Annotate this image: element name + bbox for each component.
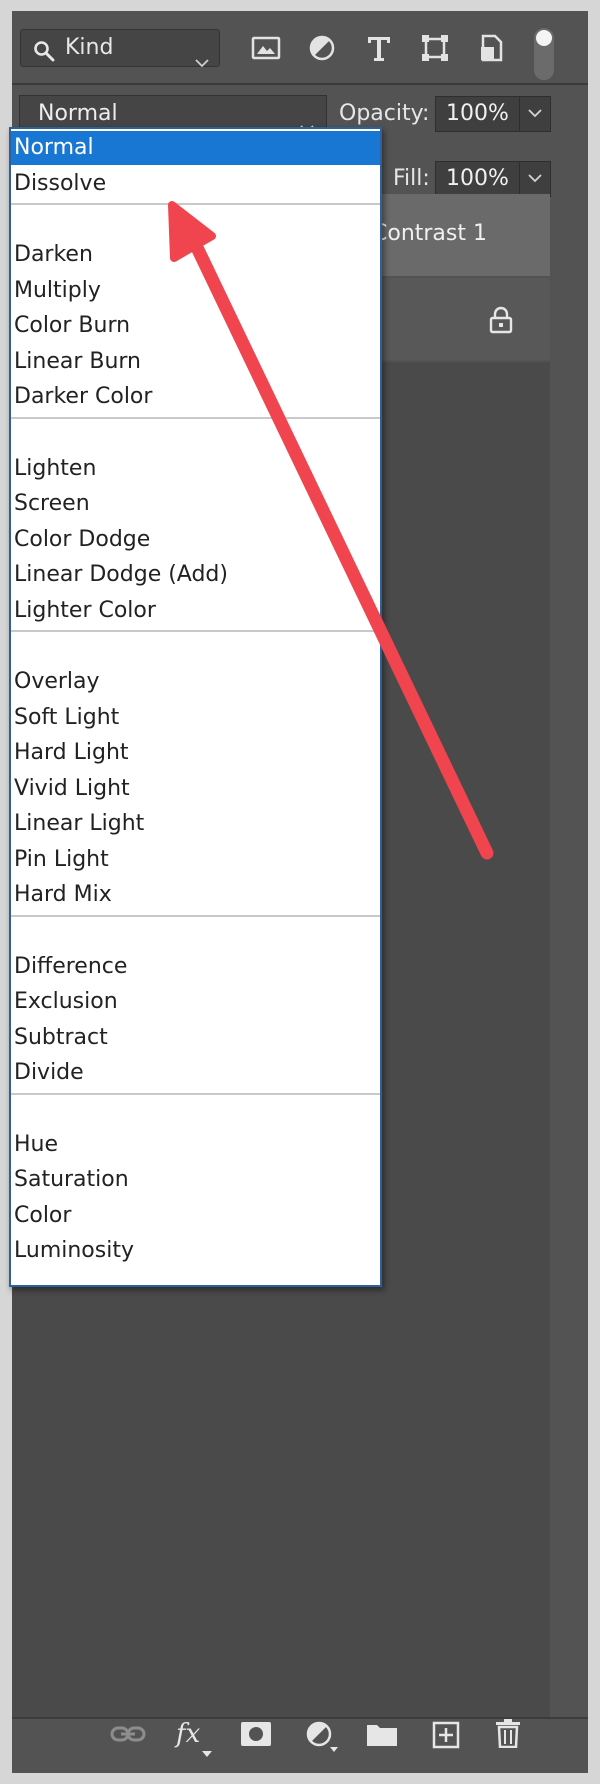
kind-filter-dropdown[interactable]: Kind <box>20 29 220 68</box>
menu-divider <box>11 630 380 632</box>
blend-mode-option-darken[interactable]: Darken <box>11 238 380 272</box>
blend-mode-option-lighter-color[interactable]: Lighter Color <box>11 594 380 628</box>
blend-mode-option-color[interactable]: Color <box>11 1199 380 1233</box>
search-icon <box>33 38 55 74</box>
adjustment-layer-icon[interactable] <box>306 1721 340 1757</box>
blend-mode-option-pin-light[interactable]: Pin Light <box>11 843 380 877</box>
blend-mode-option-linear-dodge-add[interactable]: Linear Dodge (Add) <box>11 558 380 592</box>
blend-mode-option-color-burn[interactable]: Color Burn <box>11 309 380 343</box>
adjustment-circle-icon[interactable] <box>307 33 337 63</box>
opacity-input[interactable]: 100% <box>435 96 529 132</box>
fx-icon[interactable]: fx <box>176 1719 200 1749</box>
blend-mode-option-hue[interactable]: Hue <box>11 1128 380 1162</box>
fill-dropdown-button[interactable] <box>519 161 551 197</box>
blend-mode-option-hard-light[interactable]: Hard Light <box>11 736 380 770</box>
blend-mode-option-divide[interactable]: Divide <box>11 1056 380 1090</box>
menu-divider <box>11 914 380 917</box>
blend-mode-menu: Normal Dissolve Darken Multiply Color Burn Li… <box>9 127 382 1287</box>
lock-icon <box>488 306 514 338</box>
menu-divider <box>11 203 380 205</box>
blend-mode-option-linear-burn[interactable]: Linear Burn <box>11 345 380 379</box>
blend-mode-option-hard-mix[interactable]: Hard Mix <box>11 878 380 912</box>
menu-divider <box>11 1092 380 1095</box>
image-icon[interactable] <box>251 33 281 63</box>
toggle-knob <box>536 30 552 46</box>
menu-divider <box>11 416 380 419</box>
blend-mode-option-difference[interactable]: Difference <box>11 950 380 984</box>
blend-mode-option-darker-color[interactable]: Darker Color <box>11 380 380 414</box>
blend-mode-option-screen[interactable]: Screen <box>11 487 380 521</box>
chevron-down-icon <box>528 109 542 118</box>
blend-mode-option-soft-light[interactable]: Soft Light <box>11 701 380 735</box>
kind-filter-label: Kind <box>65 35 114 60</box>
blend-mode-option-exclusion[interactable]: Exclusion <box>11 985 380 1019</box>
opacity-dropdown-button[interactable] <box>519 96 551 132</box>
blend-mode-option-multiply[interactable]: Multiply <box>11 274 380 308</box>
new-group-icon[interactable] <box>366 1721 398 1751</box>
blend-mode-option-lighten[interactable]: Lighten <box>11 452 380 486</box>
smart-object-icon[interactable] <box>477 33 507 63</box>
blend-mode-option-subtract[interactable]: Subtract <box>11 1021 380 1055</box>
blend-mode-option-luminosity[interactable]: Luminosity <box>11 1234 380 1268</box>
delete-layer-icon[interactable] <box>495 1718 521 1752</box>
divider <box>12 83 588 85</box>
layer-name: Contrast 1 <box>372 221 487 246</box>
new-layer-icon[interactable] <box>432 1721 460 1753</box>
fill-label: Fill: <box>393 166 430 191</box>
chevron-down-icon <box>528 174 542 183</box>
blend-mode-option-normal[interactable]: Normal <box>11 131 380 165</box>
blend-mode-option-vivid-light[interactable]: Vivid Light <box>11 772 380 806</box>
blend-mode-option-saturation[interactable]: Saturation <box>11 1163 380 1197</box>
blend-mode-option-color-dodge[interactable]: Color Dodge <box>11 523 380 557</box>
type-icon[interactable] <box>364 33 394 63</box>
fill-input[interactable]: 100% <box>435 161 529 197</box>
caret-down-icon <box>202 1742 212 1761</box>
filter-toggle-switch[interactable] <box>534 28 554 80</box>
blend-mode-option-overlay[interactable]: Overlay <box>11 665 380 699</box>
layer-mask-icon[interactable] <box>240 1721 272 1751</box>
chevron-down-icon <box>195 44 209 80</box>
blend-mode-option-linear-light[interactable]: Linear Light <box>11 807 380 841</box>
shape-transform-icon[interactable] <box>420 33 450 63</box>
link-layers-icon[interactable] <box>110 1721 146 1751</box>
blend-mode-option-dissolve[interactable]: Dissolve <box>11 167 380 201</box>
